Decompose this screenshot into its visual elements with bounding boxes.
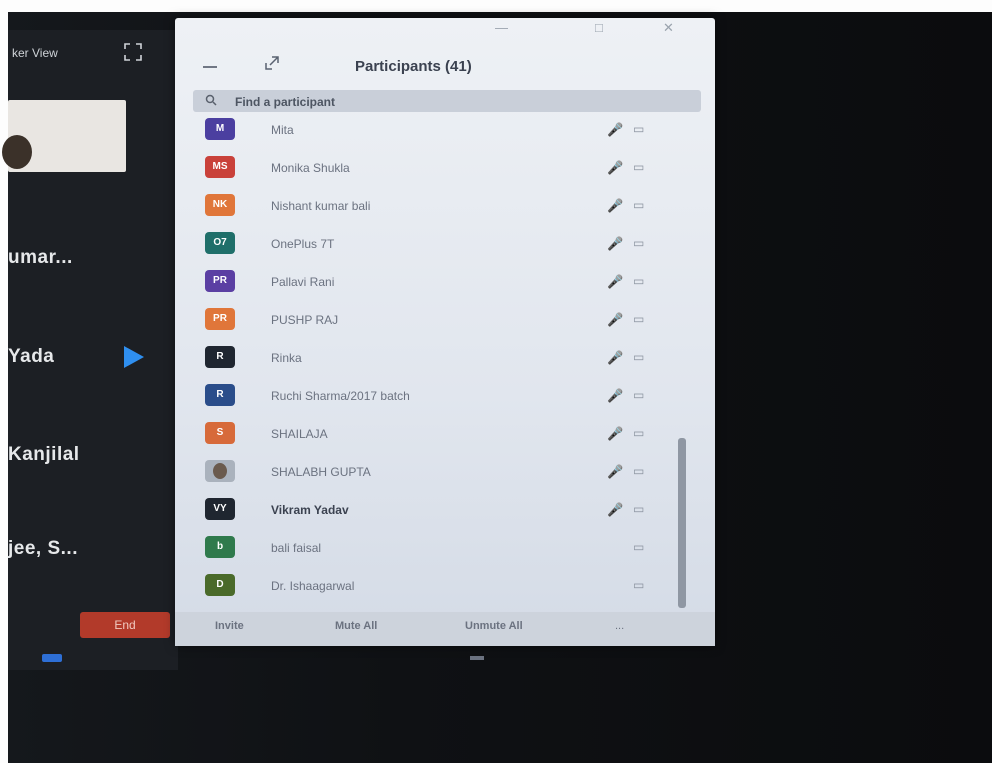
participant-name: OnePlus 7T [271,237,335,251]
invite-button[interactable]: Invite [215,620,244,638]
gallery-view-label[interactable]: ker View [12,46,58,60]
participant-name: Rinka [271,351,302,365]
participant-row[interactable]: NK Nishant kumar bali 🎤 ▭ [175,190,685,226]
participant-name: Monika Shukla [271,161,350,175]
more-options-button[interactable]: ... [615,620,624,632]
search-icon [205,94,217,106]
scan-border-left [0,0,8,763]
participants-panel: — □ ✕ Participants (41) M Mita 🎤 ▭ MS [175,18,715,646]
camera-off-icon[interactable]: ▭ [633,502,649,516]
participant-name: Vikram Yadav [271,503,349,517]
gallery-header: ker View [8,38,178,68]
camera-off-icon[interactable]: ▭ [633,312,649,326]
participant-row[interactable]: VY Vikram Yadav 🎤 ▭ [175,494,685,530]
panel-footer: Invite Mute All Unmute All ... [175,612,715,646]
participant-row[interactable]: MS Monika Shukla 🎤 ▭ [175,152,685,188]
video-thumbnail[interactable] [2,100,126,172]
scrollbar[interactable] [678,438,686,608]
mic-muted-icon[interactable]: 🎤 [607,388,623,403]
participant-name: Mita [271,123,294,137]
camera-off-icon[interactable]: ▭ [633,274,649,288]
participant-row[interactable]: PR Pallavi Rani 🎤 ▭ [175,266,685,302]
window-close-icon[interactable]: ✕ [663,20,674,36]
avatar: R [205,346,235,368]
avatar: VY [205,498,235,520]
camera-off-icon[interactable]: ▭ [633,198,649,212]
mic-muted-icon[interactable]: 🎤 [607,312,623,327]
gallery-name-4: jee, S... [8,538,78,559]
participant-row[interactable]: b bali faisal ▭ [175,532,685,568]
avatar: O7 [205,232,235,254]
participant-name: Nishant kumar bali [271,199,371,213]
participant-name: Dr. Ishaagarwal [271,579,355,593]
camera-off-icon[interactable]: ▭ [633,578,649,592]
window-minimize-icon[interactable]: — [495,20,508,35]
camera-off-icon[interactable]: ▭ [633,388,649,402]
avatar: PR [205,308,235,330]
mic-muted-icon[interactable]: 🎤 [607,122,623,137]
participant-row[interactable]: D Dr. Ishaagarwal ▭ [175,570,685,606]
avatar: D [205,574,235,596]
participant-name: Pallavi Rani [271,275,335,289]
participant-name: bali faisal [271,541,322,555]
avatar: S [205,422,235,444]
mute-all-button[interactable]: Mute All [335,620,377,638]
participant-name: SHALABH GUPTA [271,465,371,479]
avatar: MS [205,156,235,178]
mic-muted-icon[interactable]: 🎤 [607,198,623,213]
collapse-panel-button[interactable] [203,66,217,68]
mic-icon[interactable]: 🎤 [607,502,623,517]
participant-name: SHAILAJA [271,427,328,441]
search-bar[interactable] [193,90,701,112]
participant-row[interactable]: SHALABH GUPTA 🎤 ▭ [175,456,685,492]
mic-muted-icon[interactable]: 🎤 [607,426,623,441]
camera-off-icon[interactable]: ▭ [633,236,649,250]
participant-row[interactable]: PR PUSHP RAJ 🎤 ▭ [175,304,685,340]
popout-icon[interactable] [263,54,281,72]
avatar: NK [205,194,235,216]
gallery-name-2: Yada [8,346,55,367]
participant-row[interactable]: M Mita 🎤 ▭ [175,114,685,150]
mic-muted-icon[interactable]: 🎤 [607,160,623,175]
participant-name: Ruchi Sharma/2017 batch [271,389,410,403]
participant-row[interactable]: O7 OnePlus 7T 🎤 ▭ [175,228,685,264]
search-input[interactable] [233,93,637,111]
avatar: b [205,536,235,558]
mic-icon[interactable]: 🎤 [607,464,623,479]
camera-off-icon[interactable]: ▭ [633,426,649,440]
avatar: PR [205,270,235,292]
avatar: M [205,118,235,140]
camera-off-icon[interactable]: ▭ [633,464,649,478]
fullscreen-icon[interactable] [123,42,143,62]
gallery-name-3: Kanjilal [8,444,80,465]
panel-header: Participants (41) [175,48,715,88]
taskbar-indicator [470,656,484,660]
participant-row[interactable]: R Rinka 🎤 ▭ [175,342,685,378]
participant-row[interactable]: S SHAILAJA 🎤 ▭ [175,418,685,454]
play-icon[interactable] [124,346,144,368]
camera-off-icon[interactable]: ▭ [633,350,649,364]
mic-muted-icon[interactable]: 🎤 [607,274,623,289]
participant-name: PUSHP RAJ [271,313,339,327]
camera-off-icon[interactable]: ▭ [633,540,649,554]
camera-off-icon[interactable]: ▭ [633,122,649,136]
unmute-all-button[interactable]: Unmute All [465,620,523,638]
camera-off-icon[interactable]: ▭ [633,160,649,174]
mic-muted-icon[interactable]: 🎤 [607,236,623,251]
avatar-photo [205,460,235,482]
panel-title: Participants (41) [355,58,472,75]
profile-face [213,463,227,479]
participant-row[interactable]: R Ruchi Sharma/2017 batch 🎤 ▭ [175,380,685,416]
person-head [2,135,32,169]
gallery-name-1: umar... [8,247,73,268]
scan-border-top [0,0,992,12]
window-controls: — □ ✕ [485,20,685,38]
mic-muted-icon[interactable]: 🎤 [607,350,623,365]
end-button[interactable]: End [80,612,170,638]
window-restore-icon[interactable]: □ [595,20,603,35]
avatar: R [205,384,235,406]
control-indicator [42,654,62,662]
